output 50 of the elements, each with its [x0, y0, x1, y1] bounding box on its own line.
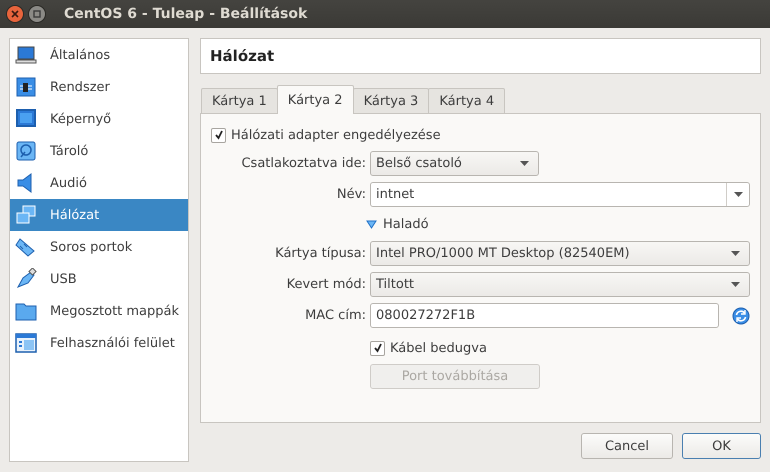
sidebar-item[interactable]: Hálózat — [10, 199, 188, 231]
sidebar-item[interactable]: Tároló — [10, 135, 188, 167]
chip-icon — [15, 76, 37, 98]
sidebar-item[interactable]: Megosztott mappák — [10, 295, 188, 327]
sidebar-item[interactable]: Audió — [10, 167, 188, 199]
square-icon — [33, 10, 41, 18]
network-icon — [15, 204, 37, 226]
dropdown[interactable]: Tiltott — [370, 272, 750, 297]
minimize-button[interactable] — [28, 5, 46, 23]
usb-icon — [15, 268, 37, 290]
checkbox-label: Hálózati adapter engedélyezése — [231, 128, 441, 142]
caret-icon — [520, 161, 529, 166]
caret-icon — [731, 282, 740, 287]
monitor-icon — [15, 108, 37, 130]
tab[interactable]: Kártya 4 — [428, 88, 506, 113]
sidebar-item[interactable]: Felhasználói felület — [10, 327, 188, 359]
checkbox-label: Kábel bedugva — [390, 340, 487, 356]
sidebar-item[interactable]: USB — [10, 263, 188, 295]
expander-toggle[interactable]: Haladó — [366, 213, 429, 235]
field-label: Kevert mód: — [286, 277, 366, 292]
field-label: Név: — [336, 187, 366, 202]
laptop-icon — [15, 44, 37, 66]
close-button[interactable] — [6, 5, 24, 23]
tab[interactable]: Kártya 3 — [352, 88, 430, 113]
field-label: Csatlakoztatva ide: — [241, 156, 366, 171]
ok-button[interactable]: OK — [682, 433, 761, 459]
tab[interactable]: Kártya 1 — [201, 88, 278, 113]
page-title: Hálózat — [200, 38, 761, 74]
plug-icon — [15, 236, 37, 258]
window-title: CentOS 6 - Tuleap - Beállítások — [64, 6, 308, 22]
close-icon — [11, 10, 19, 18]
cancel-button[interactable]: Cancel — [581, 433, 673, 459]
triangle-down-icon — [366, 220, 377, 228]
combo-field[interactable]: intnet — [370, 182, 750, 207]
checkbox[interactable] — [211, 128, 226, 142]
sidebar-item[interactable]: Általános — [10, 39, 188, 71]
caret-icon — [734, 192, 742, 197]
dropdown[interactable]: Intel PRO/1000 MT Desktop (82540EM) — [370, 241, 750, 266]
refresh-icon[interactable] — [732, 306, 750, 324]
caret-icon — [731, 251, 740, 256]
sidebar-item[interactable]: Képernyő — [10, 103, 188, 135]
sidebar-item[interactable]: Rendszer — [10, 71, 188, 103]
sidebar-item[interactable]: Soros portok — [10, 231, 188, 263]
field-label: MAC cím: — [305, 308, 366, 323]
mac-field[interactable]: 080027272F1B — [370, 303, 719, 328]
checkbox[interactable] — [370, 340, 385, 356]
dropdown[interactable]: Belső csatoló — [370, 151, 539, 176]
field-label: Kártya típusa: — [275, 246, 366, 261]
tab[interactable]: Kártya 2 — [276, 85, 354, 114]
window-icon — [15, 332, 37, 354]
